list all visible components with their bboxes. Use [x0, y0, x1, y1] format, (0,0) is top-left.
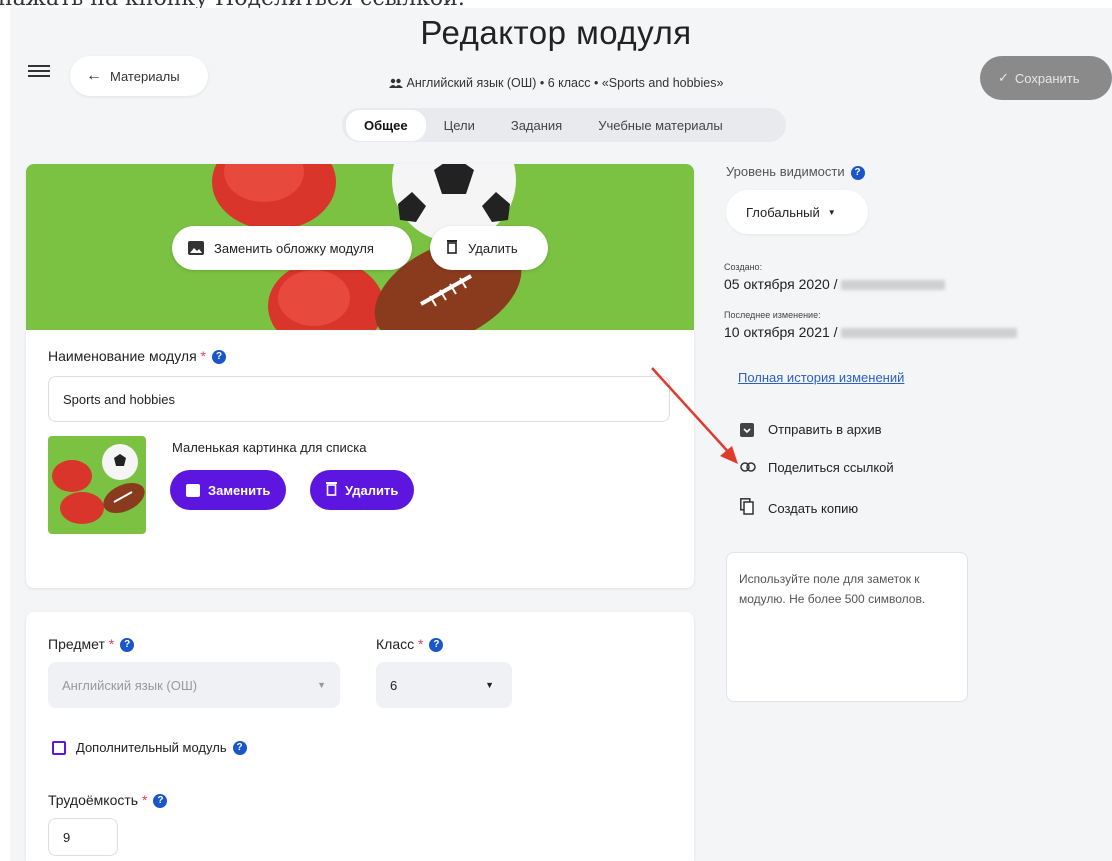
- help-icon[interactable]: ?: [850, 165, 865, 180]
- image-icon: [188, 241, 204, 255]
- help-icon[interactable]: ?: [212, 350, 226, 365]
- save-button[interactable]: ✓ Сохранить: [980, 56, 1112, 100]
- image-icon: [186, 483, 200, 497]
- share-link-action[interactable]: Поделиться ссылкой: [740, 460, 894, 475]
- subject-select: Английский язык (ОШ) ▼: [48, 662, 340, 708]
- module-name-label: Наименование модуля *?: [48, 348, 226, 365]
- copy-icon: [740, 498, 754, 518]
- tab-general[interactable]: Общее: [346, 109, 426, 141]
- trash-icon: [446, 239, 458, 257]
- redacted-author: [841, 328, 1018, 339]
- additional-module-row: Дополнительный модуль?: [52, 740, 247, 755]
- module-general-card: Заменить обложку модуля Удалить Наименов…: [26, 164, 694, 588]
- visibility-label: Уровень видимости?: [726, 164, 865, 180]
- additional-module-checkbox[interactable]: [52, 740, 66, 755]
- tab-tasks[interactable]: Задания: [493, 110, 580, 141]
- workload-label: Трудоёмкость *?: [48, 792, 168, 809]
- thumbnail-label: Маленькая картинка для списка: [172, 440, 367, 455]
- thumbnail-image: [48, 436, 146, 534]
- caption-fragment: нажать на кнопку Поделиться ссылкой.: [0, 0, 1112, 8]
- modified-value: 10 октября 2021 /: [724, 324, 1018, 340]
- tab-learning-materials[interactable]: Учебные материалы: [580, 110, 741, 141]
- tab-goals[interactable]: Цели: [426, 110, 493, 141]
- create-copy-action[interactable]: Создать копию: [740, 498, 858, 518]
- grade-select[interactable]: 6 ▼: [376, 662, 512, 708]
- trash-icon: [326, 481, 337, 499]
- created-label: Создано:: [724, 262, 763, 272]
- help-icon[interactable]: ?: [429, 638, 444, 653]
- tab-bar: Общее Цели Задания Учебные материалы: [342, 108, 786, 142]
- caret-down-icon: ▼: [317, 680, 326, 690]
- caret-down-icon: ▼: [827, 207, 836, 217]
- visibility-dropdown[interactable]: Глобальный ▼: [726, 190, 868, 234]
- breadcrumb: Английский язык (ОШ) • 6 класс • «Sports…: [0, 76, 1112, 91]
- archive-action[interactable]: Отправить в архив: [740, 422, 882, 437]
- check-icon: ✓: [998, 70, 1009, 85]
- redacted-author: [841, 280, 946, 291]
- delete-cover-button[interactable]: Удалить: [430, 226, 548, 270]
- module-name-input[interactable]: Sports and hobbies: [48, 376, 670, 422]
- notes-textarea[interactable]: Используйте поле для заметок к модулю. Н…: [726, 552, 968, 702]
- module-properties-card: Предмет *? Английский язык (ОШ) ▼ Класс …: [26, 612, 694, 861]
- help-icon[interactable]: ?: [153, 794, 168, 809]
- full-history-link[interactable]: Полная история изменений: [738, 370, 904, 385]
- help-icon[interactable]: ?: [232, 740, 247, 755]
- page-title: Редактор модуля: [420, 14, 692, 51]
- replace-cover-button[interactable]: Заменить обложку модуля: [172, 226, 412, 270]
- subject-label: Предмет *?: [48, 636, 135, 653]
- workload-input[interactable]: 9: [48, 818, 118, 856]
- delete-thumbnail-button[interactable]: Удалить: [310, 470, 415, 510]
- created-value: 05 октября 2020 /: [724, 276, 946, 292]
- annotation-arrow: [651, 367, 738, 464]
- module-cover-image: Заменить обложку модуля Удалить: [26, 164, 694, 330]
- group-icon: [388, 77, 403, 91]
- grade-label: Класс *?: [376, 636, 444, 653]
- modified-label: Последнее изменение:: [724, 310, 821, 320]
- help-icon[interactable]: ?: [120, 638, 135, 653]
- caret-down-icon: ▼: [485, 680, 494, 690]
- replace-thumbnail-button[interactable]: Заменить: [170, 470, 287, 510]
